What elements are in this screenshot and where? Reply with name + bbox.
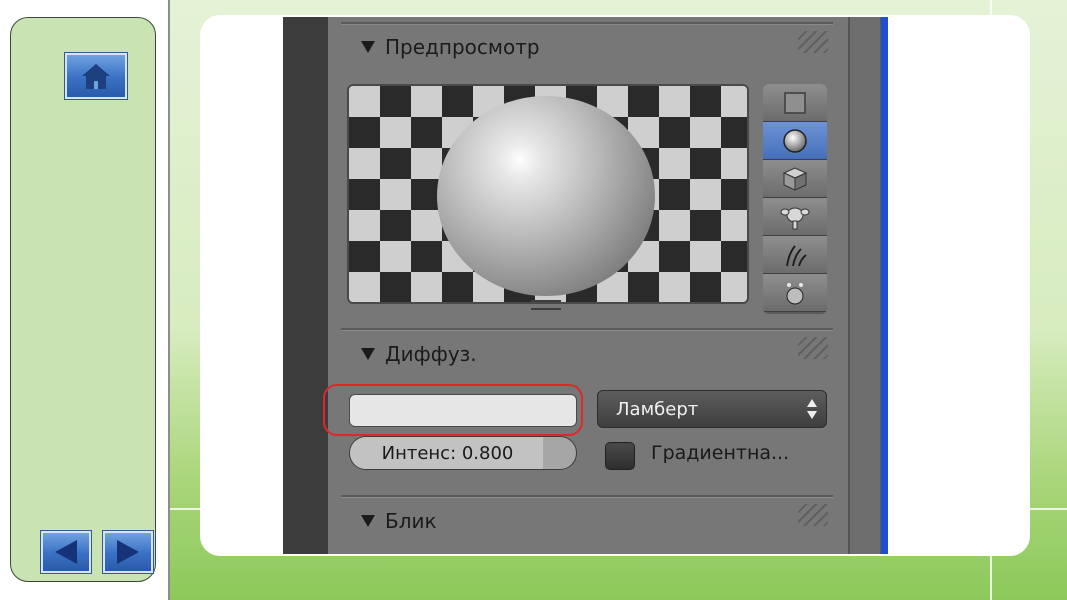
preview-shape-cube-button[interactable] [763,160,827,198]
preview-section-title: Предпросмотр [385,35,540,59]
diffuse-shader-value: Ламберт [616,398,699,420]
home-icon [82,64,110,89]
sidebar-divider [168,0,170,600]
home-button[interactable] [65,53,127,99]
section-separator [341,328,833,331]
drag-grip-icon[interactable] [798,504,828,526]
specular-section-header[interactable]: Блик [361,509,437,533]
preview-sphere [437,96,655,296]
collapse-triangle-icon [361,515,375,527]
next-slide-button[interactable] [103,531,153,573]
collapse-triangle-icon [361,348,375,360]
diffuse-section-title: Диффуз. [385,342,477,366]
diffuse-intensity-slider[interactable]: Интенс: 0.800 [349,436,577,470]
preview-shape-sphere-button[interactable] [763,122,827,160]
preview-shape-selector [763,84,827,314]
material-preview [347,84,749,304]
section-separator [341,495,833,498]
sky-sphere-icon [786,282,804,304]
up-down-arrows-icon [807,399,817,419]
ramp-checkbox[interactable] [605,442,635,470]
drag-grip-icon[interactable] [798,337,828,359]
intensity-label: Интенс: 0.800 [381,442,514,464]
specular-section-title: Блик [385,509,437,533]
panel-scrollbar[interactable] [848,17,880,554]
arrow-right-icon [117,540,139,564]
preview-shape-sky-button[interactable] [763,274,827,312]
diffuse-shader-dropdown[interactable]: Ламберт [597,390,827,428]
preview-shape-monkey-button[interactable] [763,198,827,236]
preview-shape-hair-button[interactable] [763,236,827,274]
blender-material-panel: Предпросмотр Диффуз. Ламберт Интенс: 0.8… [283,17,888,554]
cube-icon [782,166,808,191]
ramp-checkbox-label: Градиентна... [651,442,790,464]
viewport-edge [283,17,328,554]
highlight-outline [323,384,583,436]
sphere-icon [783,128,807,153]
collapse-triangle-icon [361,41,375,53]
preview-shape-flat-button[interactable] [763,84,827,122]
slide-nav-panel [10,17,156,582]
drag-grip-icon[interactable] [798,31,828,53]
hair-strands-icon [786,244,807,266]
arrow-left-icon [55,540,77,564]
previous-slide-button[interactable] [41,531,91,573]
monkey-icon [780,207,810,229]
section-separator [341,22,833,25]
region-border [881,17,888,554]
flat-square-icon [784,91,806,114]
preview-section-header[interactable]: Предпросмотр [361,35,540,59]
preview-resize-handle[interactable] [531,300,561,310]
diffuse-section-header[interactable]: Диффуз. [361,342,477,366]
